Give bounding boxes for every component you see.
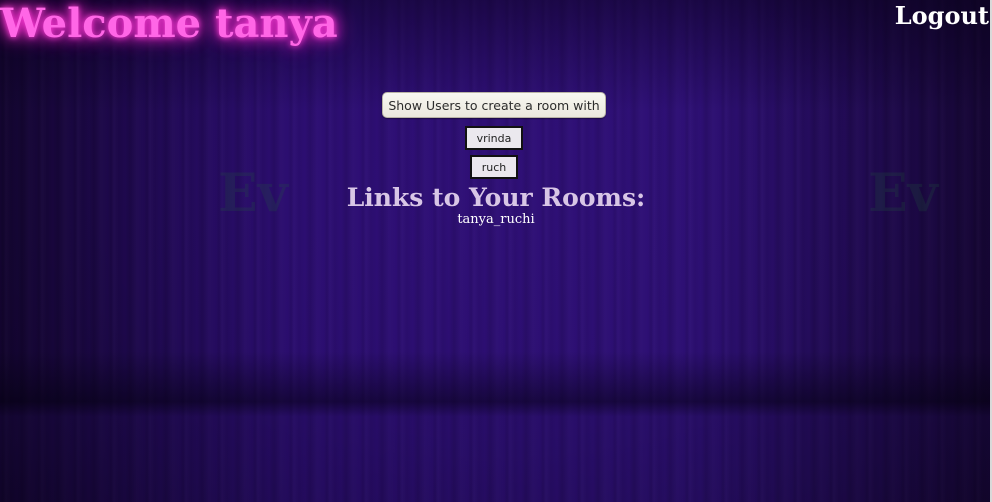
show-users-button[interactable]: Show Users to create a room with: [382, 92, 606, 118]
welcome-heading: Welcome tanya: [0, 0, 338, 47]
user-button-ruch[interactable]: ruch: [470, 155, 518, 179]
user-button-vrinda[interactable]: vrinda: [465, 126, 523, 150]
background-overlay: [0, 0, 992, 502]
room-link-tanya-ruchi[interactable]: tanya_ruchi: [457, 212, 534, 227]
logout-link[interactable]: Logout: [895, 1, 989, 31]
rooms-heading: Links to Your Rooms:: [346, 183, 646, 212]
room-links: tanya_ruchi: [0, 212, 992, 228]
